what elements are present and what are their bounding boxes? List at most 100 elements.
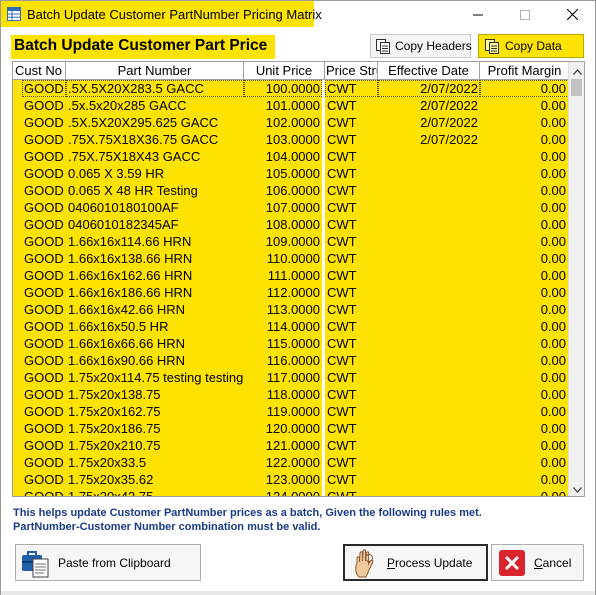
cell-cust-no[interactable]: GOOD bbox=[22, 335, 66, 352]
row-selector[interactable] bbox=[13, 80, 22, 97]
cell-cust-no[interactable]: GOOD bbox=[22, 488, 66, 496]
cell-part-number[interactable]: 0.065 X 48 HR Testing bbox=[66, 182, 244, 199]
cell-effective-date[interactable] bbox=[378, 216, 480, 233]
cell-effective-date[interactable] bbox=[378, 335, 480, 352]
cell-profit-margin[interactable]: 0.00 bbox=[480, 267, 569, 284]
cell-profit-margin[interactable]: 0.00 bbox=[480, 386, 569, 403]
cell-effective-date[interactable] bbox=[378, 437, 480, 454]
row-selector[interactable] bbox=[13, 199, 22, 216]
row-selector[interactable] bbox=[13, 97, 22, 114]
cell-unit-price[interactable]: 113.0000 bbox=[244, 301, 322, 318]
row-selector[interactable] bbox=[13, 403, 22, 420]
cell-profit-margin[interactable]: 0.00 bbox=[480, 199, 569, 216]
cell-part-number[interactable]: .75X.75X18X43 GACC bbox=[66, 148, 244, 165]
cell-cust-no[interactable]: GOOD bbox=[22, 131, 66, 148]
cell-cust-no[interactable]: GOOD bbox=[22, 369, 66, 386]
cell-profit-margin[interactable]: 0.00 bbox=[480, 165, 569, 182]
cell-part-number[interactable]: 1.75x20x114.75 testing testing bbox=[66, 369, 244, 386]
cell-price-structure[interactable]: CWT bbox=[325, 97, 378, 114]
cell-price-structure[interactable]: CWT bbox=[325, 114, 378, 131]
cell-part-number[interactable]: 1.75x20x162.75 bbox=[66, 403, 244, 420]
table-row[interactable]: GOOD 1.66x16x66.66 HRN 115.0000 CWT 0.00 bbox=[13, 335, 569, 352]
table-row[interactable]: GOOD .75X.75X18X36.75 GACC 103.0000 CWT 2/07… bbox=[13, 131, 569, 148]
cell-profit-margin[interactable]: 0.00 bbox=[480, 301, 569, 318]
cell-price-structure[interactable]: CWT bbox=[325, 233, 378, 250]
table-row[interactable]: GOOD .75X.75X18X43 GACC 104.0000 CWT 0.00 bbox=[13, 148, 569, 165]
cell-cust-no[interactable]: GOOD bbox=[22, 301, 66, 318]
cell-effective-date[interactable] bbox=[378, 488, 480, 496]
row-selector[interactable] bbox=[13, 148, 22, 165]
cell-price-structure[interactable]: CWT bbox=[325, 437, 378, 454]
row-selector[interactable] bbox=[13, 420, 22, 437]
cell-part-number[interactable]: 0.065 X 3.59 HR bbox=[66, 165, 244, 182]
scroll-down-button[interactable] bbox=[569, 480, 584, 496]
table-row[interactable]: GOOD 1.75x20x33.5 122.0000 CWT 0.00 bbox=[13, 454, 569, 471]
cell-cust-no[interactable]: GOOD bbox=[22, 80, 66, 97]
cell-effective-date[interactable] bbox=[378, 250, 480, 267]
vertical-scrollbar[interactable] bbox=[568, 62, 584, 496]
cell-part-number[interactable]: .5X.5X20X295.625 GACC bbox=[66, 114, 244, 131]
cell-unit-price[interactable]: 115.0000 bbox=[244, 335, 322, 352]
cell-cust-no[interactable]: GOOD bbox=[22, 318, 66, 335]
cell-effective-date[interactable] bbox=[378, 148, 480, 165]
cell-cust-no[interactable]: GOOD bbox=[22, 386, 66, 403]
cell-part-number[interactable]: 1.75x20x138.75 bbox=[66, 386, 244, 403]
row-selector[interactable] bbox=[13, 267, 22, 284]
cell-profit-margin[interactable]: 0.00 bbox=[480, 114, 569, 131]
copy-data-button[interactable]: Copy Data bbox=[478, 34, 584, 58]
cell-unit-price[interactable]: 119.0000 bbox=[244, 403, 322, 420]
cell-effective-date[interactable] bbox=[378, 386, 480, 403]
cell-cust-no[interactable]: GOOD bbox=[22, 267, 66, 284]
cell-unit-price[interactable]: 105.0000 bbox=[244, 165, 322, 182]
cell-effective-date[interactable]: 2/07/2022 bbox=[378, 80, 480, 97]
cell-cust-no[interactable]: GOOD bbox=[22, 114, 66, 131]
cell-unit-price[interactable]: 124.0000 bbox=[244, 488, 322, 496]
close-window-button[interactable] bbox=[549, 1, 595, 29]
cell-part-number[interactable]: 1.66x16x162.66 HRN bbox=[66, 267, 244, 284]
table-row[interactable]: GOOD 1.66x16x186.66 HRN 112.0000 CWT 0.00 bbox=[13, 284, 569, 301]
cell-cust-no[interactable]: GOOD bbox=[22, 284, 66, 301]
table-row[interactable]: GOOD 1.75x20x186.75 120.0000 CWT 0.00 bbox=[13, 420, 569, 437]
cell-price-structure[interactable]: CWT bbox=[325, 216, 378, 233]
table-row[interactable]: GOOD .5X.5X20X295.625 GACC 102.0000 CWT 2/07… bbox=[13, 114, 569, 131]
table-row[interactable]: GOOD 1.75x20x42.75 124.0000 CWT 0.00 bbox=[13, 488, 569, 496]
cell-price-structure[interactable]: CWT bbox=[325, 250, 378, 267]
cell-effective-date[interactable] bbox=[378, 403, 480, 420]
cell-price-structure[interactable]: CWT bbox=[325, 471, 378, 488]
cell-price-structure[interactable]: CWT bbox=[325, 131, 378, 148]
cell-price-structure[interactable]: CWT bbox=[325, 182, 378, 199]
table-row[interactable]: GOOD 0.065 X 48 HR Testing 106.0000 CWT 0.00 bbox=[13, 182, 569, 199]
cell-unit-price[interactable]: 100.0000 bbox=[244, 80, 322, 97]
cell-unit-price[interactable]: 107.0000 bbox=[244, 199, 322, 216]
cell-effective-date[interactable] bbox=[378, 352, 480, 369]
table-row[interactable]: GOOD .5X.5X20X283.5 GACC 100.0000 CWT 2/07/2… bbox=[13, 80, 569, 97]
cell-price-structure[interactable]: CWT bbox=[325, 488, 378, 496]
row-selector[interactable] bbox=[13, 369, 22, 386]
cell-price-structure[interactable]: CWT bbox=[325, 318, 378, 335]
cell-cust-no[interactable]: GOOD bbox=[22, 250, 66, 267]
cell-cust-no[interactable]: GOOD bbox=[22, 471, 66, 488]
cell-part-number[interactable]: 1.66x16x90.66 HRN bbox=[66, 352, 244, 369]
cell-price-structure[interactable]: CWT bbox=[325, 352, 378, 369]
cell-price-structure[interactable]: CWT bbox=[325, 369, 378, 386]
cell-part-number[interactable]: .75X.75X18X36.75 GACC bbox=[66, 131, 244, 148]
cell-effective-date[interactable] bbox=[378, 454, 480, 471]
cell-unit-price[interactable]: 104.0000 bbox=[244, 148, 322, 165]
cell-unit-price[interactable]: 123.0000 bbox=[244, 471, 322, 488]
cell-unit-price[interactable]: 102.0000 bbox=[244, 114, 322, 131]
row-selector[interactable] bbox=[13, 301, 22, 318]
cell-cust-no[interactable]: GOOD bbox=[22, 403, 66, 420]
table-row[interactable]: GOOD 0406010180100AF 107.0000 CWT 0.00 bbox=[13, 199, 569, 216]
cell-effective-date[interactable] bbox=[378, 369, 480, 386]
cell-unit-price[interactable]: 111.0000 bbox=[244, 267, 322, 284]
cell-cust-no[interactable]: GOOD bbox=[22, 454, 66, 471]
cell-price-structure[interactable]: CWT bbox=[325, 301, 378, 318]
table-row[interactable]: GOOD 1.66x16x162.66 HRN 111.0000 CWT 0.00 bbox=[13, 267, 569, 284]
cell-effective-date[interactable]: 2/07/2022 bbox=[378, 114, 480, 131]
column-header-cust-no[interactable]: Cust No bbox=[13, 62, 66, 80]
cell-unit-price[interactable]: 116.0000 bbox=[244, 352, 322, 369]
cell-profit-margin[interactable]: 0.00 bbox=[480, 148, 569, 165]
table-row[interactable]: GOOD 0406010182345AF 108.0000 CWT 0.00 bbox=[13, 216, 569, 233]
cell-unit-price[interactable]: 106.0000 bbox=[244, 182, 322, 199]
cell-part-number[interactable]: 1.75x20x42.75 bbox=[66, 488, 244, 496]
